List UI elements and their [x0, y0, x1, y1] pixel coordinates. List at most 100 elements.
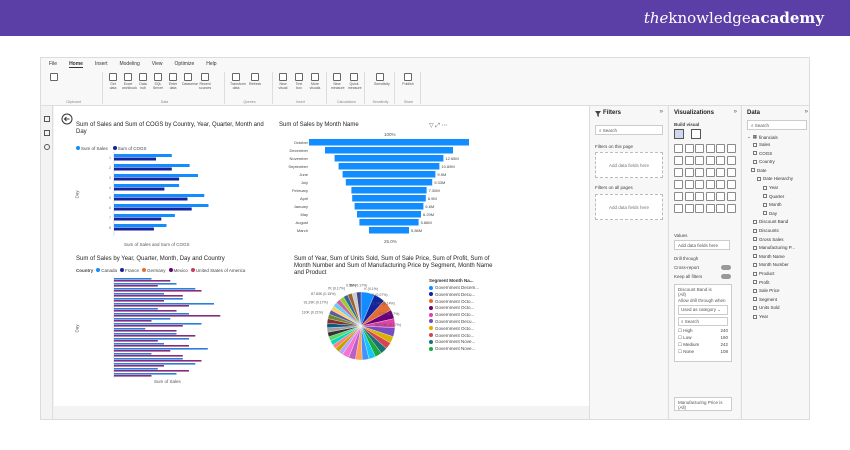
power-apps-visual-icon[interactable]: [716, 204, 725, 213]
field-item[interactable]: Discount Band: [753, 219, 788, 224]
visual-sales-cogs[interactable]: Sum of Sales and Sum of COGS by Country,…: [75, 122, 276, 250]
bar[interactable]: [114, 298, 183, 300]
checkbox[interactable]: [753, 305, 757, 310]
bar[interactable]: [114, 227, 154, 231]
bar[interactable]: [114, 375, 152, 377]
checkbox[interactable]: [753, 219, 757, 224]
bar[interactable]: [114, 164, 190, 167]
bar[interactable]: [114, 177, 180, 181]
filled-map-visual-icon[interactable]: [726, 168, 736, 177]
get-data-button[interactable]: Get data: [107, 73, 119, 90]
bar[interactable]: [114, 330, 177, 332]
legend-item[interactable]: Government Decu...: [429, 319, 504, 324]
stacked-area-visual-icon[interactable]: [695, 156, 704, 165]
checkbox[interactable]: [753, 237, 757, 242]
new-measure-button[interactable]: New measure: [331, 73, 345, 90]
ribbon-visual-icon[interactable]: [705, 156, 715, 165]
bar[interactable]: [114, 217, 162, 221]
legend-item[interactable]: Government Octo...: [429, 312, 504, 317]
checkbox[interactable]: [753, 142, 757, 147]
field-item[interactable]: Product: [753, 271, 775, 276]
bar[interactable]: [114, 214, 175, 217]
bar[interactable]: [114, 295, 183, 297]
table-view-icon[interactable]: [44, 130, 50, 136]
field-item[interactable]: Date: [751, 168, 767, 173]
bar[interactable]: [114, 224, 167, 227]
bar[interactable]: [114, 174, 198, 177]
menu-modeling[interactable]: Modeling: [119, 61, 139, 67]
funnel-bar[interactable]: [345, 179, 433, 186]
decomp-tree-visual-icon[interactable]: [674, 204, 683, 213]
funnel-bar[interactable]: [369, 227, 409, 234]
field-item[interactable]: Date Hierarchy: [757, 176, 793, 181]
bar[interactable]: [114, 340, 158, 342]
sql-server-button[interactable]: SQL Server: [152, 73, 164, 90]
data-hub-button[interactable]: Data hub: [137, 73, 149, 90]
kpi-visual-icon[interactable]: [726, 180, 736, 189]
bar[interactable]: [114, 333, 177, 335]
python-visual-icon[interactable]: [716, 192, 725, 201]
bar[interactable]: [114, 365, 164, 367]
bar[interactable]: [114, 363, 196, 365]
card-visual-icon[interactable]: [705, 180, 715, 189]
bar[interactable]: [114, 373, 177, 375]
area-visual-icon[interactable]: [684, 156, 694, 165]
refresh-button[interactable]: Refresh: [249, 73, 261, 86]
checkbox[interactable]: [753, 262, 757, 267]
bar[interactable]: [114, 348, 208, 350]
clustered-column-visual-icon[interactable]: [705, 144, 715, 153]
checkbox[interactable]: [763, 194, 767, 199]
cross-report-toggle[interactable]: [721, 265, 731, 270]
funnel-bar[interactable]: [359, 219, 419, 226]
report-view-icon[interactable]: [44, 116, 50, 122]
funnel-bar[interactable]: [325, 147, 453, 154]
bar[interactable]: [114, 184, 180, 187]
bar[interactable]: [114, 308, 158, 310]
field-item[interactable]: Segment: [753, 297, 777, 302]
field-item[interactable]: Gross Sales: [753, 237, 784, 242]
bar[interactable]: [114, 204, 209, 207]
checkbox[interactable]: [753, 297, 757, 302]
bar[interactable]: [114, 305, 189, 307]
multi-row-card-visual-icon[interactable]: [716, 180, 725, 189]
bar[interactable]: [114, 187, 165, 191]
checkbox[interactable]: [757, 176, 761, 181]
menu-view[interactable]: View: [152, 61, 163, 67]
collapse-pane-icon[interactable]: »: [734, 109, 737, 115]
field-item[interactable]: Quarter: [763, 194, 784, 199]
values-well[interactable]: Add data fields here: [674, 240, 730, 250]
funnel-bar[interactable]: [342, 171, 436, 178]
funnel-visual-icon[interactable]: [726, 156, 736, 165]
paste-button[interactable]: [47, 73, 61, 82]
line-visual-icon[interactable]: [674, 156, 683, 165]
menu-optimize[interactable]: Optimize: [175, 61, 195, 67]
dataverse-button[interactable]: Dataverse: [182, 73, 198, 86]
bar[interactable]: [114, 345, 189, 347]
bar[interactable]: [114, 315, 221, 317]
band-option[interactable]: ☐ Medium 242: [678, 342, 728, 348]
quick-measure-button[interactable]: Quick measure: [348, 73, 362, 90]
bar[interactable]: [114, 343, 164, 345]
bar[interactable]: [114, 350, 171, 352]
legend-item[interactable]: Government Nove...: [429, 346, 504, 351]
bar[interactable]: [114, 290, 202, 292]
filters-search-input[interactable]: ⌕ Search: [595, 125, 663, 135]
funnel-bar[interactable]: [334, 155, 444, 162]
field-item[interactable]: Month Number: [753, 262, 789, 267]
build-visual-icon[interactable]: [674, 129, 684, 139]
bar[interactable]: [114, 370, 189, 372]
bar[interactable]: [114, 328, 146, 330]
checkbox[interactable]: [763, 185, 767, 190]
map-visual-icon[interactable]: [716, 168, 725, 177]
bar[interactable]: [114, 325, 183, 327]
bar[interactable]: [114, 323, 202, 325]
field-item[interactable]: Year: [753, 314, 768, 319]
azure-map-visual-icon[interactable]: [684, 180, 694, 189]
narrative-visual-icon[interactable]: [695, 204, 704, 213]
more-options-icon[interactable]: ⋯: [442, 123, 448, 129]
field-item[interactable]: Units Sold: [753, 305, 780, 310]
field-item[interactable]: Month Name: [753, 254, 785, 259]
checkbox[interactable]: [763, 202, 767, 207]
checkbox[interactable]: [753, 254, 757, 259]
legend-item[interactable]: Government Nove...: [429, 339, 504, 344]
